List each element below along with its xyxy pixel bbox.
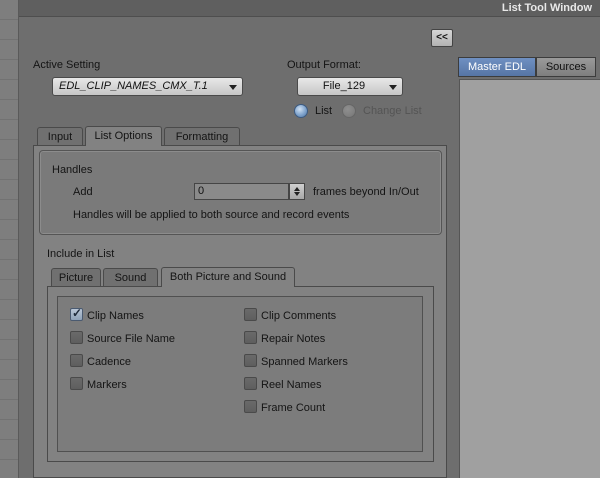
- tab-both-picture-and-sound[interactable]: Both Picture and Sound: [161, 267, 295, 287]
- frame-count-label: Frame Count: [261, 402, 326, 414]
- clip-comments-checkbox[interactable]: [244, 308, 257, 321]
- include-in-list-label: Include in List: [47, 248, 115, 260]
- output-format-value: File_129: [322, 80, 366, 92]
- output-format-dropdown[interactable]: File_129: [297, 77, 403, 96]
- list-radio[interactable]: [294, 104, 308, 118]
- chevron-down-icon: [229, 85, 237, 90]
- cadence-checkbox[interactable]: [70, 354, 83, 367]
- spanned-markers-checkbox[interactable]: [244, 354, 257, 367]
- window-title: List Tool Window: [501, 2, 592, 14]
- output-format-label: Output Format:: [287, 59, 361, 71]
- active-setting-dropdown[interactable]: EDL_CLIP_NAMES_CMX_T.1: [52, 77, 243, 96]
- active-setting-value: EDL_CLIP_NAMES_CMX_T.1: [59, 80, 208, 92]
- tab-formatting[interactable]: Formatting: [164, 127, 240, 146]
- master-edl-pane[interactable]: [459, 79, 600, 478]
- reel-names-checkbox[interactable]: [244, 377, 257, 390]
- chevron-down-icon: [389, 85, 397, 90]
- stepper-down-icon[interactable]: [294, 192, 300, 196]
- tab-input[interactable]: Input: [37, 127, 83, 146]
- handles-stepper[interactable]: [289, 183, 305, 200]
- stepper-up-icon[interactable]: [294, 187, 300, 191]
- left-panel-edge: [0, 0, 19, 478]
- cadence-label: Cadence: [87, 356, 132, 368]
- tab-picture[interactable]: Picture: [51, 268, 101, 287]
- change-list-radio[interactable]: [342, 104, 356, 118]
- handles-add-label: Add: [73, 186, 93, 198]
- frame-count-checkbox[interactable]: [244, 400, 257, 413]
- tab-sound[interactable]: Sound: [103, 268, 158, 287]
- tab-master-edl[interactable]: Master EDL: [458, 57, 536, 77]
- source-file-name-label: Source File Name: [87, 333, 176, 345]
- tab-sources[interactable]: Sources: [536, 57, 596, 77]
- handles-label: Handles: [52, 164, 93, 176]
- change-list-radio-label: Change List: [363, 105, 422, 117]
- collapse-panel-button[interactable]: <<: [431, 29, 453, 47]
- clip-names-checkbox[interactable]: ✓: [70, 306, 83, 321]
- list-radio-label: List: [315, 105, 333, 117]
- spanned-markers-label: Spanned Markers: [261, 356, 348, 368]
- markers-checkbox[interactable]: [70, 377, 83, 390]
- handles-suffix: frames beyond In/Out: [313, 186, 419, 198]
- reel-names-label: Reel Names: [261, 379, 322, 391]
- repair-notes-label: Repair Notes: [261, 333, 326, 345]
- repair-notes-checkbox[interactable]: [244, 331, 257, 344]
- active-setting-label: Active Setting: [33, 59, 101, 71]
- clip-comments-label: Clip Comments: [261, 310, 337, 322]
- handles-note: Handles will be applied to both source a…: [73, 209, 350, 221]
- clip-names-label: Clip Names: [87, 310, 144, 322]
- checkmark-icon: ✓: [72, 306, 83, 320]
- tab-list-options[interactable]: List Options: [85, 126, 162, 146]
- window-title-bar: List Tool Window: [19, 0, 600, 17]
- markers-label: Markers: [87, 379, 127, 391]
- handles-frames-input[interactable]: 0: [194, 183, 289, 200]
- source-file-name-checkbox[interactable]: [70, 331, 83, 344]
